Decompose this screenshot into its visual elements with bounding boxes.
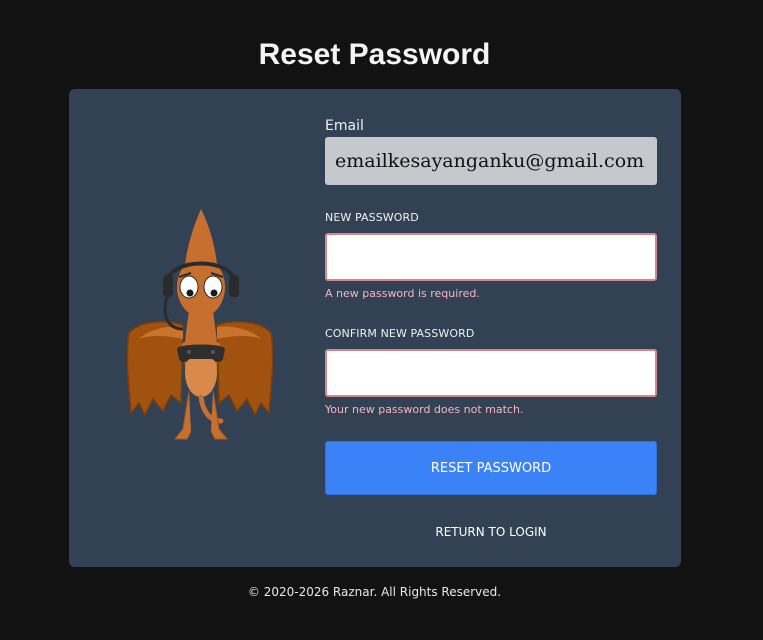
email-field[interactable]	[325, 137, 657, 185]
footer-copyright: © 2020-2026 Raznar. All Rights Reserved.	[247, 585, 502, 599]
confirm-password-error: Your new password does not match.	[325, 403, 524, 416]
reset-password-button[interactable]: RESET PASSWORD	[325, 441, 657, 495]
return-to-login-link[interactable]: RETURN TO LOGIN	[325, 525, 657, 539]
pterodactyl-mascot-icon	[126, 209, 274, 440]
confirm-password-label: CONFIRM NEW PASSWORD	[325, 327, 475, 340]
confirm-password-input[interactable]	[325, 349, 657, 397]
email-label: Email	[325, 118, 364, 134]
page-title: Reset Password	[258, 38, 491, 71]
reset-password-card: Email NEW PASSWORD A new password is req…	[69, 89, 681, 567]
new-password-error: A new password is required.	[325, 287, 480, 300]
new-password-label: NEW PASSWORD	[325, 211, 419, 224]
new-password-input[interactable]	[325, 233, 657, 281]
